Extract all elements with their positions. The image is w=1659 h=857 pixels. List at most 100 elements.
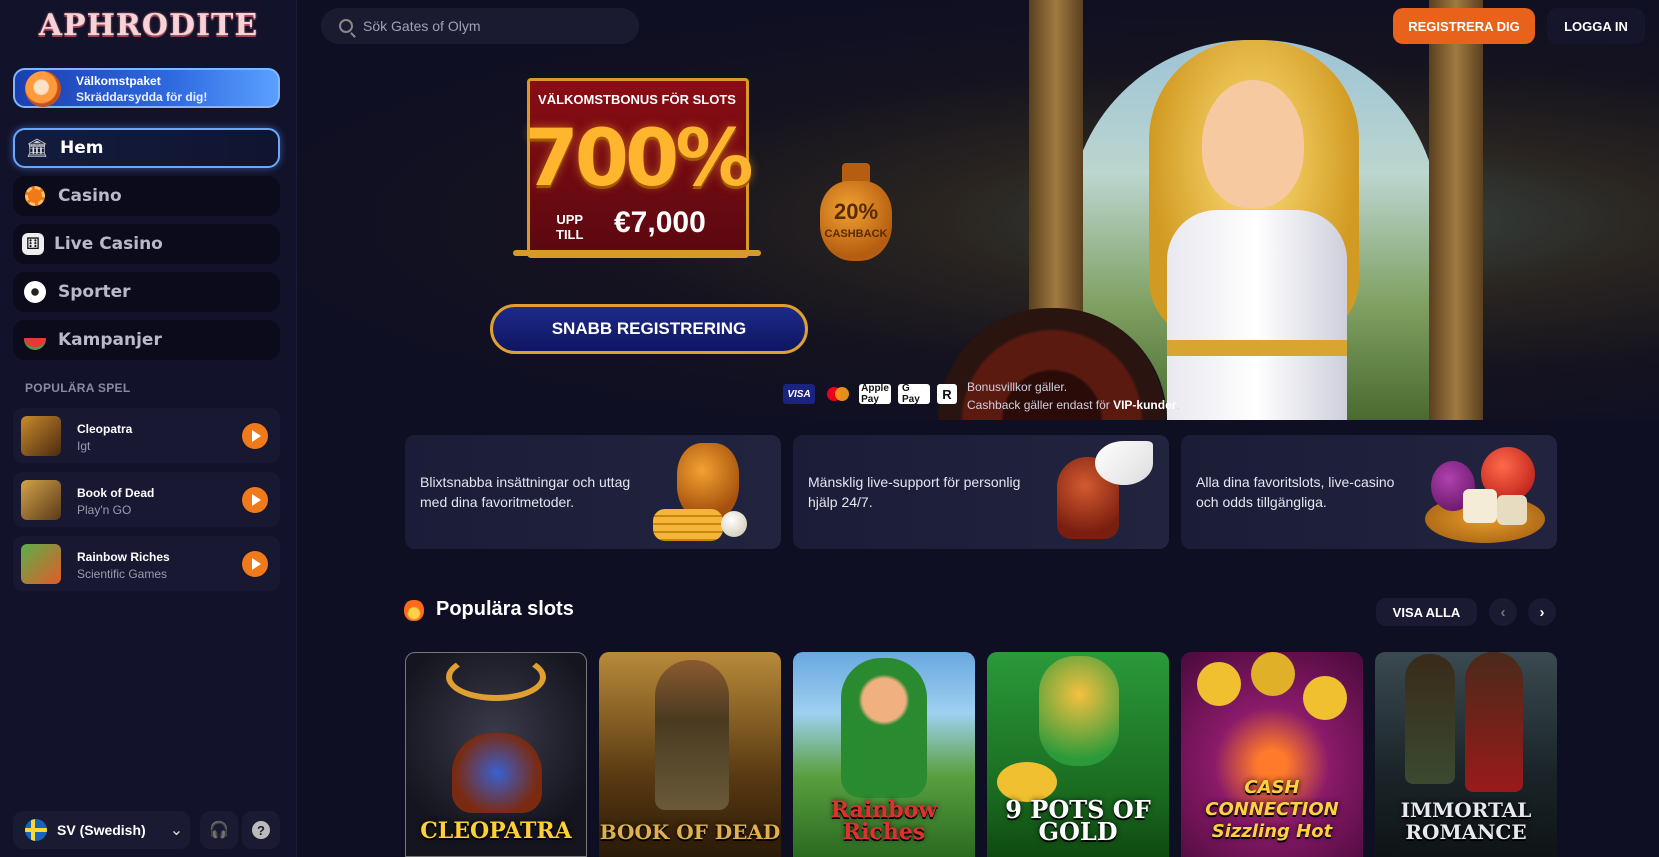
feature-text: Mänsklig live-support för personlig hjäl… xyxy=(808,474,1021,510)
play-icon[interactable] xyxy=(242,551,268,577)
play-icon[interactable] xyxy=(242,487,268,513)
play-icon[interactable] xyxy=(242,423,268,449)
game-provider: Scientific Games xyxy=(77,567,168,581)
slot-tile-9-pots-of-gold[interactable]: 9 POTS OF GOLD xyxy=(987,652,1169,857)
leprechaun-art xyxy=(841,658,927,798)
popular-game-item[interactable]: Cleopatra Igt xyxy=(13,408,280,463)
terms-line-1: Bonusvillkor gäller. xyxy=(967,380,1068,394)
terms-line-2-text: Cashback gäller endast för xyxy=(967,398,1110,412)
nav-item-label: Hem xyxy=(60,138,104,158)
game-name: Cleopatra xyxy=(77,422,133,436)
slot-title: CASH CONNECTION Sizzling Hot xyxy=(1205,777,1339,842)
feature-text: Blixtsnabba insättningar och uttag med d… xyxy=(420,474,631,510)
bonus-percent: 700% xyxy=(524,114,754,204)
game-thumbnail xyxy=(21,416,61,456)
game-name: Book of Dead xyxy=(77,486,155,500)
chevron-right-icon[interactable]: › xyxy=(1528,598,1556,626)
slot-title: CLEOPATRA xyxy=(420,818,572,844)
nav-item-label: Sporter xyxy=(58,282,131,302)
chevron-left-icon[interactable]: ‹ xyxy=(1489,598,1517,626)
watermelon-icon xyxy=(22,327,48,353)
cashback-percent: 20% xyxy=(833,199,879,224)
popular-games-title: POPULÄRA SPEL xyxy=(25,381,131,395)
nav-item-live-casino[interactable]: ⚅ Live Casino xyxy=(13,224,280,264)
bonus-upto: UPP TILL xyxy=(556,212,583,242)
coin-icon xyxy=(1303,676,1347,720)
bonus-upto-2: TILL xyxy=(556,227,584,242)
feature-card-payments: Blixtsnabba insättningar och uttag med d… xyxy=(405,435,781,549)
fruit-dice-icon xyxy=(1423,435,1545,549)
language-selector[interactable]: SV (Swedish) ⌄ xyxy=(13,811,190,849)
nav-item-casino[interactable]: Casino xyxy=(13,176,280,216)
slot-tile-immortal-romance[interactable]: IMMORTAL ROMANCE xyxy=(1375,652,1557,857)
slot-title: 9 POTS OF GOLD xyxy=(1005,795,1151,846)
slot-tile-rainbow-riches[interactable]: Rainbow Riches xyxy=(793,652,975,857)
nav-item-label: Live Casino xyxy=(54,234,163,254)
bonus-upto-1: UPP xyxy=(556,212,584,227)
game-thumbnail xyxy=(21,544,61,584)
popular-slots-header: Populära slots xyxy=(404,598,574,621)
soccer-ball-icon xyxy=(22,279,48,305)
search-icon xyxy=(339,19,353,33)
view-all-button[interactable]: VISA ALLA xyxy=(1376,598,1477,626)
amphora-coins-icon xyxy=(647,435,767,549)
r-payment-icon: R xyxy=(937,384,957,404)
nav-item-sporter[interactable]: Sporter xyxy=(13,272,280,312)
leprechaun-gold-art xyxy=(1039,656,1119,766)
pillar-right xyxy=(1429,0,1483,420)
hero-banner: VÄLKOMSTBONUS FÖR SLOTS 700% UPP TILL €7,… xyxy=(297,0,1659,420)
register-button[interactable]: REGISTRERA DIG xyxy=(1393,8,1535,44)
welcome-title: Välkomstpaket xyxy=(76,74,161,88)
bonus-bar xyxy=(513,250,761,256)
terms-line-2: Cashback gäller endast för VIP-kunder. xyxy=(967,396,1180,414)
login-button[interactable]: LOGGA IN xyxy=(1547,8,1645,44)
slot-title: Rainbow Riches xyxy=(830,797,938,845)
vip-link[interactable]: VIP-kunder xyxy=(1113,398,1176,412)
game-thumbnail xyxy=(21,480,61,520)
sweden-flag-icon xyxy=(25,819,47,841)
bonus-amount: €7,000 xyxy=(614,206,706,239)
language-label: SV (Swedish) xyxy=(57,822,146,838)
adventurer-art xyxy=(655,660,729,810)
goddess-face xyxy=(1202,80,1304,208)
logo[interactable]: APHRODITE xyxy=(0,8,297,43)
eye-of-horus-icon xyxy=(446,653,546,701)
goddess-dress xyxy=(1167,210,1347,420)
slot-tile-cash-connection[interactable]: CASH CONNECTION Sizzling Hot xyxy=(1181,652,1363,857)
welcome-package-banner[interactable]: Välkomstpaket Skräddarsydda för dig! xyxy=(13,68,280,108)
search-bar[interactable] xyxy=(321,8,639,44)
slot-title: IMMORTAL ROMANCE xyxy=(1400,798,1532,844)
terms-end: . xyxy=(1176,398,1180,412)
slot-tile-cleopatra[interactable]: CLEOPATRA xyxy=(405,652,587,857)
coin-icon xyxy=(1251,652,1295,696)
character-right-art xyxy=(1465,652,1523,792)
coin-icon xyxy=(1197,662,1241,706)
chip-icon xyxy=(22,183,48,209)
sidebar: APHRODITE Välkomstpaket Skräddarsydda fö… xyxy=(0,0,297,857)
feature-card-games: Alla dina favoritslots, live-casino och … xyxy=(1181,435,1557,549)
feature-text: Alla dina favoritslots, live-casino och … xyxy=(1196,474,1395,510)
nav-item-kampanjer[interactable]: Kampanjer xyxy=(13,320,280,360)
section-title: Populära slots xyxy=(436,598,574,620)
chevron-down-icon: ⌄ xyxy=(169,822,184,839)
search-input[interactable] xyxy=(363,18,613,34)
support-button[interactable]: 🎧 xyxy=(200,811,238,849)
cleopatra-art xyxy=(452,733,542,813)
popular-game-item[interactable]: Book of Dead Play'n GO xyxy=(13,472,280,527)
visa-icon: VISA xyxy=(783,384,815,404)
slot-tile-book-of-dead[interactable]: BOOK OF DEAD xyxy=(599,652,781,857)
main-content: VÄLKOMSTBONUS FÖR SLOTS 700% UPP TILL €7,… xyxy=(297,0,1659,857)
quick-registration-button[interactable]: SNABB REGISTRERING xyxy=(490,304,808,354)
headset-icon: 🎧 xyxy=(209,822,229,839)
help-button[interactable]: ? xyxy=(242,811,280,849)
nav-item-hem[interactable]: 🏛 Hem xyxy=(13,128,280,168)
game-provider: Igt xyxy=(77,439,91,453)
popular-game-item[interactable]: Rainbow Riches Scientific Games xyxy=(13,536,280,591)
mastercard-icon xyxy=(822,384,852,404)
slot-title: BOOK OF DEAD xyxy=(599,820,781,844)
cashback-vase: 20% CASHBACK xyxy=(820,163,892,273)
winged-helmet-icon xyxy=(1035,435,1155,549)
bonus-title: VÄLKOMSTBONUS FÖR SLOTS xyxy=(538,92,736,107)
question-mark-icon: ? xyxy=(252,821,270,839)
payment-methods: VISA Apple Pay G Pay R xyxy=(783,383,957,405)
